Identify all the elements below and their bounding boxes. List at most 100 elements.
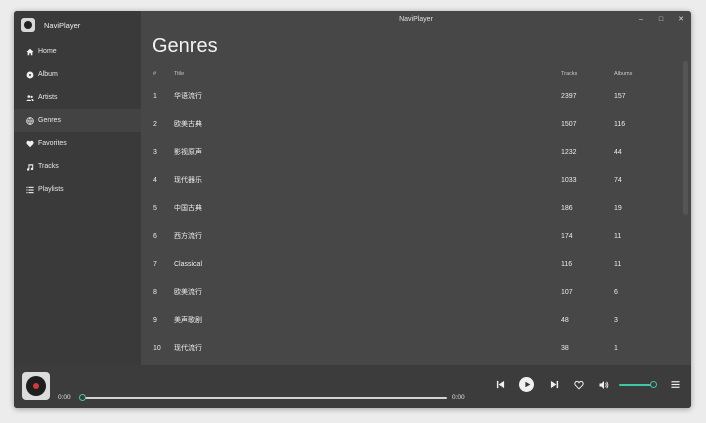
table-row[interactable]: 7 Classical 116 11 [141,250,681,278]
table-body: 1 华语流行 2397 157 2 欧美古典 1507 116 3 影视原声 1232 44 4 现代器乐… [141,82,681,362]
column-header-albums[interactable]: Albums [614,71,674,77]
track-count: 48 [561,316,569,324]
genre-title: 中国古典 [174,205,202,212]
window-titlebar: NaviPlayer – □ ✕ [141,11,691,29]
app-window: NaviPlayer Home Album Artists Genres Fav… [14,11,691,408]
music-note-icon [25,162,34,171]
volume-icon [599,380,608,389]
previous-button[interactable] [495,379,505,389]
app-name: NaviPlayer [44,20,81,30]
column-header-title[interactable]: Title [174,71,561,77]
row-number: 2 [153,120,157,128]
genres-icon [25,116,34,125]
elapsed-time: 0:00 [58,394,71,401]
sidebar-item-label: Album [38,71,58,78]
table-row[interactable]: 3 影视原声 1232 44 [141,138,681,166]
table-row[interactable]: 10 现代流行 38 1 [141,334,681,362]
sidebar-nav: Home Album Artists Genres Favorites Trac… [14,40,141,201]
row-number: 1 [153,92,157,100]
progress-handle[interactable] [79,394,86,401]
column-header-number[interactable]: # [141,71,174,77]
app-header: NaviPlayer [14,11,141,39]
artists-icon [25,93,34,102]
track-count: 186 [561,204,573,212]
sidebar-item-artists[interactable]: Artists [14,86,141,109]
table-row[interactable]: 8 欧美流行 107 6 [141,278,681,306]
table-row[interactable]: 2 欧美古典 1507 116 [141,110,681,138]
player-bar: 0:00 0:00 [14,365,691,408]
play-button[interactable] [519,377,534,392]
heart-outline-icon [573,380,584,390]
table-row[interactable]: 9 美声歌剧 48 3 [141,306,681,334]
album-count: 11 [614,232,622,240]
genre-title: 美声歌剧 [174,317,202,324]
column-header-tracks[interactable]: Tracks [561,71,614,77]
play-icon [524,381,530,388]
favorite-button[interactable] [573,379,584,390]
sidebar-item-tracks[interactable]: Tracks [14,155,141,178]
row-number: 7 [153,260,157,268]
sidebar-item-home[interactable]: Home [14,40,141,63]
album-count: 11 [614,260,622,268]
scrollbar[interactable] [683,61,688,215]
table-header: # Title Tracks Albums [141,66,681,82]
genre-title: Classical [174,260,203,268]
genre-title: 欧美古典 [174,121,202,128]
album-icon [25,70,34,79]
sidebar-item-label: Genres [38,117,61,124]
sidebar-item-label: Favorites [38,140,67,147]
track-count: 1507 [561,120,577,128]
table-row[interactable]: 4 现代器乐 1033 74 [141,166,681,194]
next-button[interactable] [549,379,559,389]
window-controls: – □ ✕ [637,11,685,29]
genre-title: 华语流行 [174,93,202,100]
row-number: 3 [153,148,157,156]
maximize-button[interactable]: □ [657,16,665,24]
table-row[interactable]: 1 华语流行 2397 157 [141,82,681,110]
sidebar-item-album[interactable]: Album [14,63,141,86]
album-art[interactable] [22,372,50,400]
heart-icon [25,139,34,148]
table-row[interactable]: 5 中国古典 186 19 [141,194,681,222]
window-title: NaviPlayer [399,16,433,23]
minimize-button[interactable]: – [637,16,645,24]
sidebar-item-label: Tracks [38,163,59,170]
album-count: 157 [614,92,626,100]
progress-bar[interactable] [82,397,447,399]
sidebar-item-label: Playlists [38,186,64,193]
skip-previous-icon [496,380,504,388]
volume-handle[interactable] [650,381,658,388]
album-count: 74 [614,176,622,184]
album-count: 116 [614,120,626,128]
genre-title: 现代器乐 [174,177,202,184]
sidebar-item-label: Home [38,48,57,55]
album-count: 1 [614,344,618,352]
row-number: 6 [153,232,157,240]
app-logo-icon [21,18,35,32]
track-count: 1033 [561,176,577,184]
row-number: 9 [153,316,157,324]
volume-button[interactable] [598,379,609,390]
close-button[interactable]: ✕ [677,16,685,24]
main-content: NaviPlayer – □ ✕ Genres # Title Tracks A… [141,11,691,365]
track-count: 1232 [561,148,577,156]
track-count: 174 [561,232,573,240]
table-row[interactable]: 6 西方流行 174 11 [141,222,681,250]
sidebar-item-genres[interactable]: Genres [14,109,141,132]
album-count: 3 [614,316,618,324]
skip-next-icon [550,380,558,388]
genre-title: 欧美流行 [174,289,202,296]
page-title: Genres [152,35,218,57]
sidebar-item-playlists[interactable]: Playlists [14,178,141,201]
album-count: 19 [614,204,622,212]
track-count: 107 [561,288,573,296]
volume-slider[interactable] [619,384,654,386]
row-number: 4 [153,176,157,184]
row-number: 10 [153,344,161,352]
row-number: 8 [153,288,157,296]
sidebar-item-favorites[interactable]: Favorites [14,132,141,155]
queue-menu-button[interactable] [670,379,680,389]
vinyl-record-icon [26,376,46,396]
track-count: 38 [561,344,569,352]
track-count: 2397 [561,92,577,100]
